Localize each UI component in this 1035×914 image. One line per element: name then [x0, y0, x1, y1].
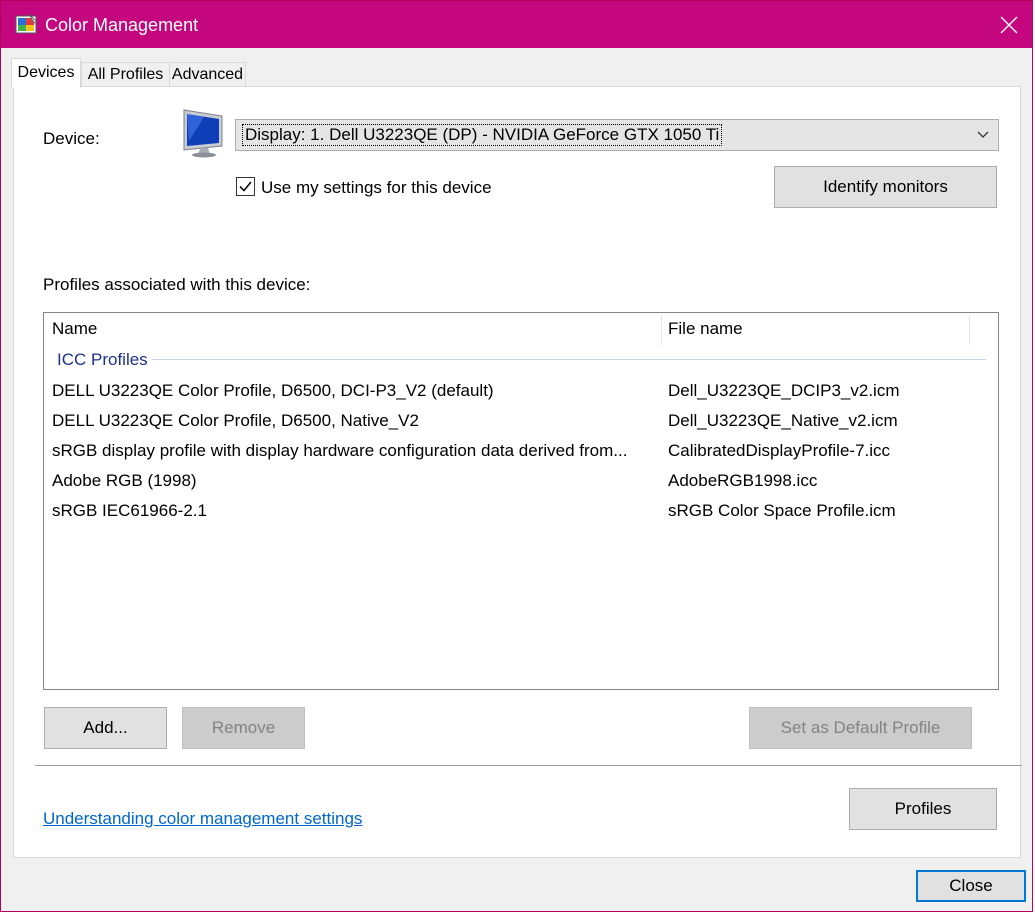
profile-file-name: Dell_U3223QE_DCIP3_v2.icm — [668, 381, 900, 400]
column-header-file-name[interactable]: File name — [668, 319, 743, 339]
profiles-list[interactable]: Name File name ICC Profiles DELL U3223QE… — [43, 312, 999, 690]
close-button[interactable]: Close — [916, 870, 1026, 902]
profile-row[interactable]: DELL U3223QE Color Profile, D6500, DCI-P… — [44, 377, 998, 407]
monitor-icon — [180, 108, 228, 158]
profile-row[interactable]: DELL U3223QE Color Profile, D6500, Nativ… — [44, 407, 998, 437]
device-select-value: Display: 1. Dell U3223QE (DP) - NVIDIA G… — [242, 124, 723, 146]
column-header-name[interactable]: Name — [52, 319, 97, 339]
color-management-app-icon — [15, 13, 39, 37]
close-window-icon[interactable] — [986, 1, 1032, 48]
color-management-window: Color Management Devices All Profiles Ad… — [0, 0, 1033, 912]
set-default-profile-button[interactable]: Set as Default Profile — [749, 707, 972, 749]
profile-name: sRGB display profile with display hardwa… — [52, 441, 628, 460]
profile-row[interactable]: sRGB IEC61966-2.1 sRGB Color Space Profi… — [44, 497, 998, 527]
add-button[interactable]: Add... — [44, 707, 167, 749]
profile-row[interactable]: Adobe RGB (1998) AdobeRGB1998.icc — [44, 467, 998, 497]
profile-file-name: Dell_U3223QE_Native_v2.icm — [668, 411, 898, 430]
group-header-icc-profiles[interactable]: ICC Profiles — [57, 350, 148, 370]
profile-file-name: AdobeRGB1998.icc — [668, 471, 818, 490]
profiles-section-label: Profiles associated with this device: — [43, 275, 311, 294]
identify-monitors-button[interactable]: Identify monitors — [774, 166, 997, 208]
profiles-button[interactable]: Profiles — [849, 788, 997, 830]
use-settings-label[interactable]: Use my settings for this device — [261, 178, 492, 198]
profile-file-name: sRGB Color Space Profile.icm — [668, 501, 896, 520]
title-bar[interactable]: Color Management — [1, 1, 1032, 48]
color-management-help-link[interactable]: Understanding color management settings — [43, 809, 362, 829]
window-title: Color Management — [45, 15, 199, 35]
profile-file-name: CalibratedDisplayProfile-7.icc — [668, 441, 891, 460]
column-divider[interactable] — [969, 315, 970, 345]
profile-name: sRGB IEC61966-2.1 — [52, 501, 207, 520]
remove-button[interactable]: Remove — [182, 707, 305, 749]
profile-name: DELL U3223QE Color Profile, D6500, DCI-P… — [52, 381, 494, 400]
use-settings-checkbox[interactable] — [236, 177, 255, 196]
column-divider[interactable] — [661, 315, 662, 345]
profile-name: DELL U3223QE Color Profile, D6500, Nativ… — [52, 411, 419, 430]
tab-devices[interactable]: Devices — [11, 58, 81, 88]
group-divider — [152, 359, 986, 360]
tab-all-profiles[interactable]: All Profiles — [81, 62, 170, 87]
checkmark-icon — [239, 181, 252, 192]
profile-name: Adobe RGB (1998) — [52, 471, 197, 490]
device-select[interactable]: Display: 1. Dell U3223QE (DP) - NVIDIA G… — [235, 119, 999, 151]
chevron-down-icon[interactable] — [968, 120, 998, 150]
device-label: Device: — [43, 129, 100, 148]
divider — [35, 765, 1022, 766]
profile-row[interactable]: sRGB display profile with display hardwa… — [44, 437, 998, 467]
tab-advanced[interactable]: Advanced — [169, 62, 246, 87]
